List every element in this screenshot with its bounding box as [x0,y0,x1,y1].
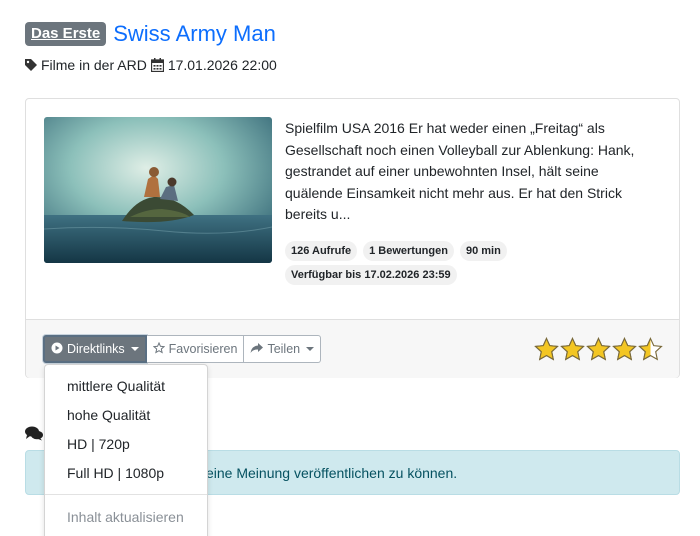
movie-thumbnail[interactable] [44,117,272,263]
dropdown-item-fullhd-1080p[interactable]: Full HD | 1080p [67,465,164,481]
card-body: Spielfilm USA 2016 Er hat weder einen „F… [26,99,679,319]
meta-line: Filme in der ARD 17.01.2026 22:00 [25,57,277,73]
star-outline-icon [152,341,165,357]
dropdown-item-refresh[interactable]: Inhalt aktualisieren [67,509,184,525]
favorite-label: Favorisieren [168,342,238,356]
info-badges: 126 Aufrufe 1 Bewertungen 90 min Verfügb… [285,241,665,285]
direktlinks-button[interactable]: Direktlinks [43,335,147,363]
movie-description: Spielfilm USA 2016 Er hat weder einen „F… [285,120,635,222]
chevron-down-icon [130,347,139,351]
tag-icon [25,59,37,71]
chevron-down-icon [306,347,315,351]
calendar-icon [150,58,164,72]
action-button-group: Direktlinks Favorisieren Teilen [43,335,322,363]
rating-star-icon[interactable] [586,337,611,367]
dropdown-item-quality-medium[interactable]: mittlere Qualität [67,378,165,394]
share-label: Teilen [267,342,301,356]
direktlinks-label: Direktlinks [67,342,125,356]
duration-badge: 90 min [459,241,507,261]
share-button[interactable]: Teilen [244,335,322,363]
views-badge: 126 Aufrufe [285,241,358,261]
play-circle-icon [51,342,63,357]
favorite-button[interactable]: Favorisieren [146,335,245,363]
comments-icon [25,426,43,446]
page-header: Das Erste Swiss Army Man [25,20,276,48]
dropdown-divider [45,494,207,495]
rating-star-icon[interactable] [534,337,559,367]
alert-text: eine Meinung veröffentlichen zu können. [206,465,458,481]
category-label[interactable]: Filme in der ARD [41,57,147,73]
share-arrow-icon [250,342,264,357]
dropdown-item-hd-720p[interactable]: HD | 720p [67,436,130,452]
dropdown-item-quality-high[interactable]: hohe Qualität [67,407,150,423]
page-title: Swiss Army Man [113,21,276,46]
rating-stars[interactable] [534,337,663,367]
rating-star-icon[interactable] [638,337,663,367]
rating-star-icon[interactable] [612,337,637,367]
rating-star-icon[interactable] [560,337,585,367]
program-card: Spielfilm USA 2016 Er hat weder einen „F… [25,98,680,378]
direktlinks-dropdown-menu: mittlere Qualität hohe Qualität HD | 720… [44,364,208,536]
broadcast-datetime: 17.01.2026 22:00 [167,57,277,73]
channel-badge[interactable]: Das Erste [25,22,107,46]
availability-badge: Verfügbar bis 17.02.2026 23:59 [285,265,457,285]
ratings-badge: 1 Bewertungen [363,241,454,261]
